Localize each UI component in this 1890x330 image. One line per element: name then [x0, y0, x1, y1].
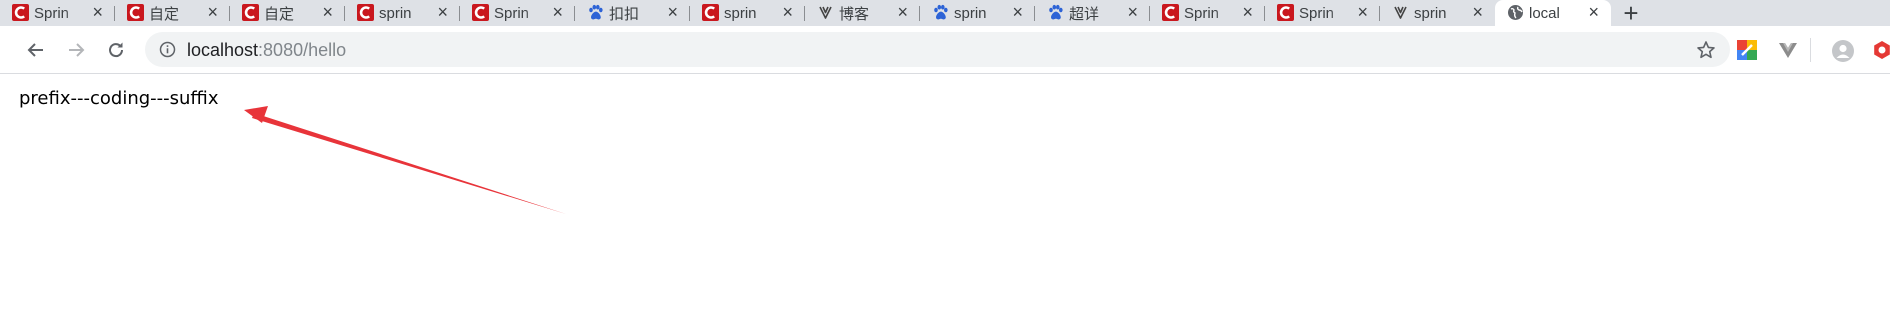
csdn-icon — [702, 4, 719, 21]
close-icon[interactable]: × — [437, 2, 448, 22]
tab-title: 扣扣 — [609, 5, 640, 23]
new-tab-button[interactable]: + — [1611, 0, 1651, 26]
tab-title: Sprin — [1299, 4, 1335, 22]
toolbar-divider — [1810, 38, 1811, 62]
tab-title: Sprin — [494, 4, 530, 22]
close-icon[interactable]: × — [1242, 2, 1253, 22]
profile-avatar-icon[interactable] — [1832, 40, 1854, 62]
bookmark-star-icon[interactable] — [1696, 40, 1716, 65]
reload-icon[interactable] — [102, 36, 130, 64]
csdn-icon — [1277, 4, 1294, 21]
tab-title: sprin — [1414, 4, 1447, 22]
url-path: :8080/hello — [258, 40, 347, 60]
baidu-paw-icon — [587, 4, 604, 21]
close-icon[interactable]: × — [1012, 2, 1023, 22]
tab-9[interactable]: sprin × — [920, 0, 1035, 26]
close-icon[interactable]: × — [667, 2, 678, 22]
tab-12[interactable]: Sprin × — [1265, 0, 1380, 26]
close-icon[interactable]: × — [897, 2, 908, 22]
close-icon[interactable]: × — [322, 2, 333, 22]
csdn-icon — [12, 4, 29, 21]
tab-title: sprin — [954, 4, 987, 22]
tab-11[interactable]: Sprin × — [1150, 0, 1265, 26]
tab-6[interactable]: 扣扣 × — [575, 0, 690, 26]
url-text[interactable]: localhost:8080/hello — [187, 40, 346, 60]
csdn-icon — [472, 4, 489, 21]
page-content: prefix---coding---suffix — [0, 75, 1890, 330]
close-icon[interactable]: × — [92, 2, 103, 22]
tab-7[interactable]: sprin × — [690, 0, 805, 26]
forward-icon[interactable] — [62, 36, 90, 64]
tab-title: 博客 — [839, 5, 870, 23]
tab-2[interactable]: 自定 × — [115, 0, 230, 26]
tab-strip: Sprin × 自定 × 自定 × sprin × Sprin × 扣扣 × s… — [0, 0, 1890, 26]
address-bar[interactable]: localhost:8080/hello — [145, 32, 1730, 67]
csdn-icon — [1162, 4, 1179, 21]
vue-devtools-icon[interactable] — [1778, 40, 1798, 60]
close-icon[interactable]: × — [207, 2, 218, 22]
tab-13[interactable]: sprin × — [1380, 0, 1495, 26]
csdn-icon — [242, 4, 259, 21]
globe-icon — [1507, 4, 1524, 21]
tab-3[interactable]: 自定 × — [230, 0, 345, 26]
annotation-arrow — [244, 106, 566, 214]
tab-title: sprin — [379, 4, 412, 22]
tab-10[interactable]: 超详 × — [1035, 0, 1150, 26]
baidu-paw-icon — [932, 4, 949, 21]
tab-8[interactable]: 博客 × — [805, 0, 920, 26]
browser-window: Sprin × 自定 × 自定 × sprin × Sprin × 扣扣 × s… — [0, 0, 1890, 330]
close-icon[interactable]: × — [1357, 2, 1368, 22]
close-icon[interactable]: × — [1588, 2, 1599, 22]
tab-14-active[interactable]: local × — [1495, 0, 1611, 26]
csdn-icon — [127, 4, 144, 21]
tab-title: 自定 — [149, 5, 180, 23]
browser-toolbar: localhost:8080/hello — [0, 26, 1890, 74]
tab-title: 自定 — [264, 5, 295, 23]
close-icon[interactable]: × — [782, 2, 793, 22]
close-icon[interactable]: × — [1472, 2, 1483, 22]
tab-title: sprin — [724, 4, 757, 22]
close-icon[interactable]: × — [1127, 2, 1138, 22]
close-icon[interactable]: × — [552, 2, 563, 22]
colorful-extension-icon[interactable] — [1737, 40, 1757, 60]
tab-1[interactable]: Sprin × — [0, 0, 115, 26]
back-icon[interactable] — [22, 36, 50, 64]
tab-5[interactable]: Sprin × — [460, 0, 575, 26]
cnblogs-icon — [817, 4, 834, 21]
tab-title: local — [1529, 4, 1560, 22]
info-icon[interactable] — [159, 41, 176, 63]
tab-title: Sprin — [34, 4, 70, 22]
red-extension-icon[interactable] — [1872, 40, 1890, 60]
tab-4[interactable]: sprin × — [345, 0, 460, 26]
tab-title: 超详 — [1069, 5, 1100, 23]
cnblogs-icon — [1392, 4, 1409, 21]
csdn-icon — [357, 4, 374, 21]
tab-title: Sprin — [1184, 4, 1220, 22]
baidu-paw-icon — [1047, 4, 1064, 21]
url-host: localhost — [187, 40, 259, 60]
